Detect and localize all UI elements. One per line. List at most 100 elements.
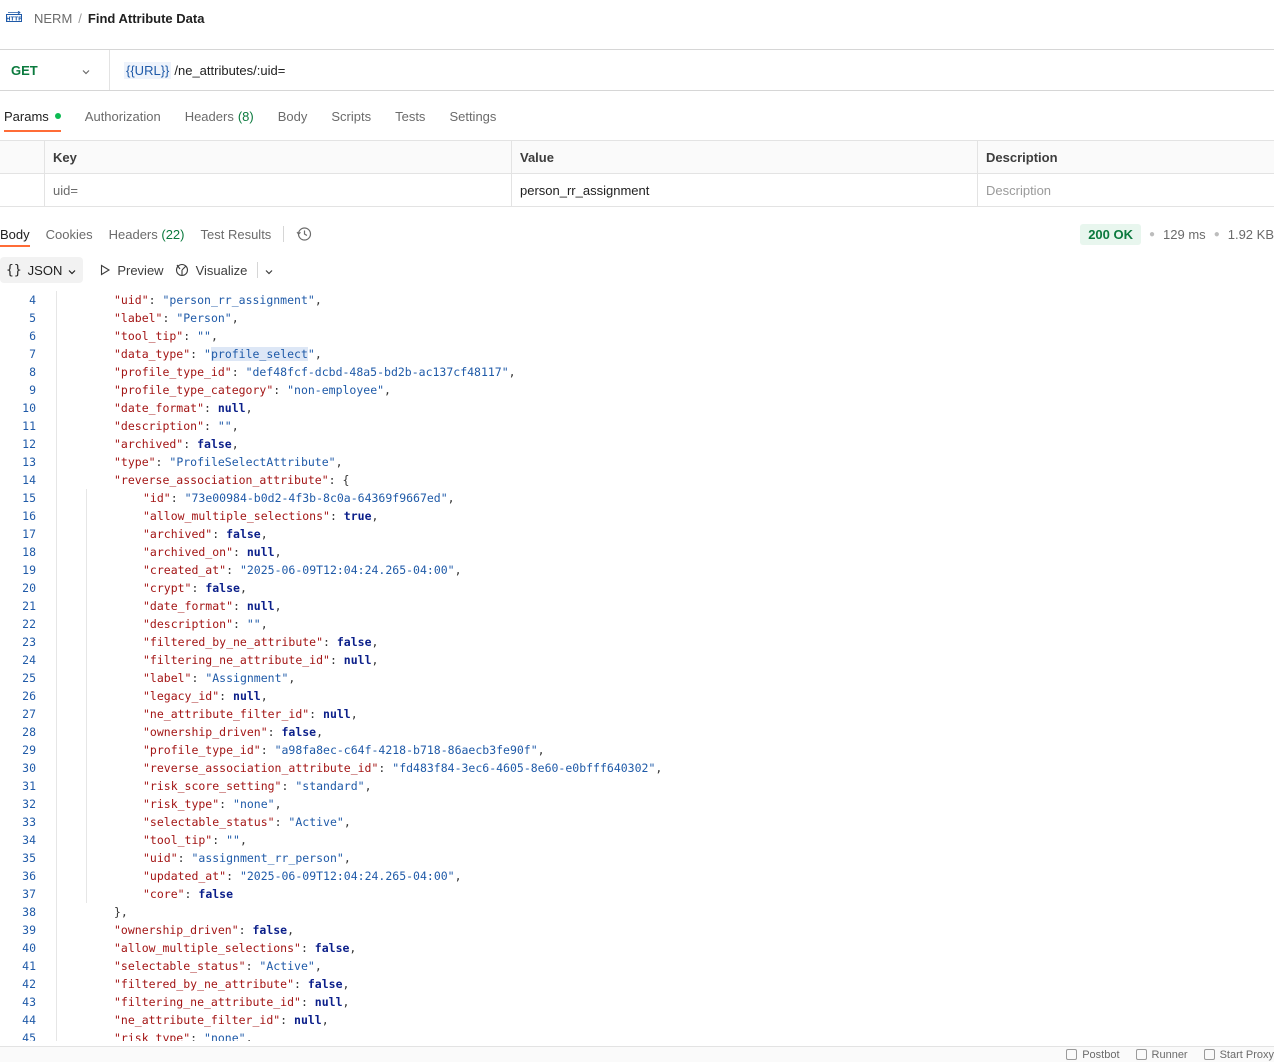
line-number: 20 — [22, 581, 36, 595]
param-key-input[interactable]: uid= — [45, 174, 512, 206]
code-token: "Assignment" — [205, 671, 289, 685]
code-text: "description": "", — [143, 615, 268, 633]
tab-params[interactable]: Params — [4, 104, 61, 132]
tab-authorization[interactable]: Authorization — [85, 104, 161, 128]
code-token: "created_at" — [143, 563, 227, 577]
code-text: "label": "Assignment", — [143, 669, 295, 687]
code-token: : — [184, 887, 199, 901]
code-text: "ownership_driven": false, — [114, 921, 294, 939]
code-token: "" — [217, 419, 232, 433]
tab-label: Params — [4, 108, 49, 124]
code-line: 33 "selectable_status": "Active", — [0, 813, 1274, 831]
code-token: : — [170, 491, 185, 505]
method-select[interactable]: GET — [0, 50, 110, 90]
chevron-down-icon[interactable] — [264, 265, 274, 275]
request-title[interactable]: Find Attribute Data — [88, 11, 205, 26]
tab-response-headers[interactable]: Headers (22) — [109, 227, 185, 242]
tab-headers[interactable]: Headers (8) — [185, 104, 254, 128]
tab-cookies[interactable]: Cookies — [46, 227, 93, 242]
tab-response-body[interactable]: Body — [0, 227, 30, 247]
indent-guide — [86, 723, 87, 741]
line-number: 10 — [22, 401, 36, 415]
method-label: GET — [11, 62, 38, 78]
code-token: "none" — [233, 797, 275, 811]
url-variable[interactable]: {{URL}} — [124, 61, 172, 79]
code-token: : — [233, 545, 247, 559]
code-token: "Active" — [288, 815, 344, 829]
code-token: "updated_at" — [143, 869, 227, 883]
code-token: profile_select — [210, 347, 308, 361]
indent-guide — [56, 705, 57, 723]
preview-button[interactable]: Preview — [99, 263, 164, 278]
breadcrumb-collection[interactable]: NERM — [34, 11, 72, 26]
runner-button[interactable]: Runner — [1135, 1049, 1188, 1061]
status-badge[interactable]: 200 OK — [1080, 223, 1141, 245]
tab-tests[interactable]: Tests — [395, 104, 425, 128]
indent-guide — [56, 975, 57, 993]
response-size[interactable]: 1.92 KB — [1228, 227, 1274, 242]
code-text: "tool_tip": "", — [143, 831, 247, 849]
code-token: "Active" — [259, 959, 315, 973]
code-token: , — [231, 419, 239, 433]
postbot-button[interactable]: Postbot — [1066, 1049, 1120, 1061]
param-description-input[interactable]: Description — [978, 174, 1274, 206]
response-body-editor[interactable]: 4 "uid": "person_rr_assignment", 5 "label":… — [0, 291, 1274, 1041]
code-line: 30 "reverse_association_attribute_id": "f… — [0, 759, 1274, 777]
indent-guide — [86, 507, 87, 525]
code-token: , — [210, 329, 218, 343]
line-number: 25 — [22, 671, 36, 685]
tab-label: Headers — [108, 226, 158, 242]
code-line: 28 "ownership_driven": false, — [0, 723, 1274, 741]
tab-settings[interactable]: Settings — [449, 104, 496, 128]
code-token: , — [231, 311, 239, 325]
line-number: 45 — [22, 1031, 36, 1041]
visualize-button[interactable]: Visualize — [174, 262, 247, 278]
param-value-input[interactable]: person_rr_assignment — [512, 174, 978, 206]
indent-guide — [86, 561, 87, 579]
url-input[interactable]: {{URL}} /ne_attributes/:uid= — [110, 61, 285, 79]
code-line: 25 "label": "Assignment", — [0, 669, 1274, 687]
line-number: 41 — [22, 959, 36, 973]
tab-test-results[interactable]: Test Results — [201, 227, 272, 242]
indent-guide — [86, 831, 87, 849]
code-line: 21 "date_format": null, — [0, 597, 1274, 615]
code-line: 45 "risk_type": "none", — [0, 1029, 1274, 1041]
param-key: uid= — [53, 182, 78, 198]
code-token: : — [204, 401, 218, 415]
code-line: 12 "archived": false, — [0, 435, 1274, 453]
code-token: "legacy_id" — [143, 689, 220, 703]
code-line: 35 "uid": "assignment_rr_person", — [0, 849, 1274, 867]
chevron-down-icon — [67, 265, 77, 275]
code-text: "uid": "person_rr_assignment", — [114, 291, 322, 309]
indent-guide — [56, 993, 57, 1011]
indent-guide — [56, 561, 57, 579]
code-token: "archived_on" — [143, 545, 234, 559]
code-token: , — [454, 563, 462, 577]
code-token: null — [323, 707, 351, 721]
code-token: "2025-06-09T12:04:24.265-04:00" — [239, 563, 455, 577]
code-token: : — [378, 761, 393, 775]
code-line: 26 "legacy_id": null, — [0, 687, 1274, 705]
line-number: 7 — [29, 347, 36, 361]
param-value: person_rr_assignment — [520, 182, 650, 198]
start-proxy-button[interactable]: Start Proxy — [1203, 1049, 1274, 1061]
row-checkbox-cell[interactable] — [0, 174, 45, 206]
status-bar: Postbot Runner Start Proxy — [0, 1046, 1274, 1062]
indent-guide — [86, 687, 87, 705]
column-header-value: Value — [512, 141, 978, 173]
line-number: 44 — [22, 1013, 36, 1027]
params-active-dot — [54, 113, 61, 119]
code-token: "allow_multiple_selections" — [114, 941, 301, 955]
code-token: , — [537, 743, 545, 757]
code-token: "filtering_ne_attribute_id" — [114, 995, 301, 1009]
tab-scripts[interactable]: Scripts — [331, 104, 371, 128]
history-icon[interactable] — [296, 226, 312, 242]
postbot-icon — [1066, 1049, 1078, 1060]
tab-body[interactable]: Body — [278, 104, 308, 128]
indent-guide — [56, 921, 57, 939]
response-time[interactable]: 129 ms — [1163, 227, 1206, 242]
indent-guide — [86, 525, 87, 543]
proxy-icon — [1203, 1049, 1215, 1060]
format-select[interactable]: {} JSON — [0, 257, 84, 283]
indent-guide — [56, 327, 57, 345]
